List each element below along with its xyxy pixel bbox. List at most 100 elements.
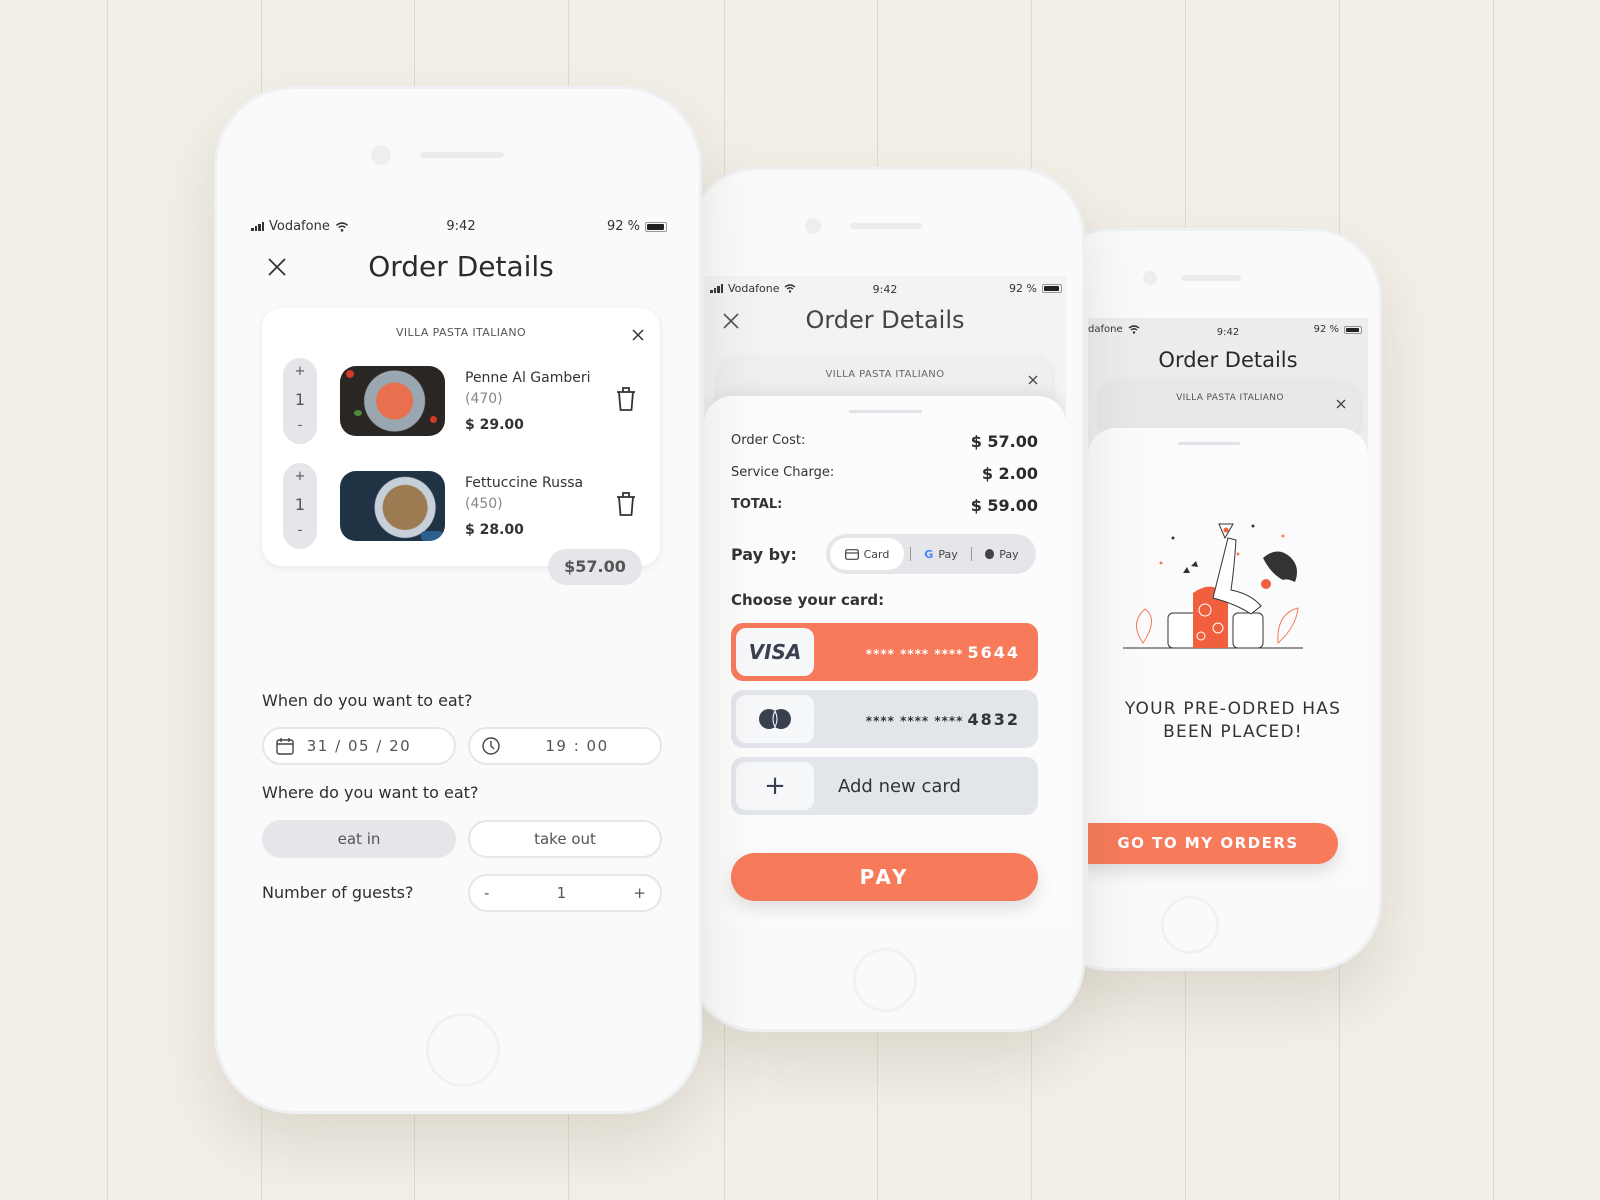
battery-icon xyxy=(1042,284,1062,293)
pay-by-label: Pay by: xyxy=(731,545,797,564)
phone-speaker xyxy=(850,223,922,229)
order-cost-label: Order Cost: xyxy=(731,433,806,448)
mastercard-logo xyxy=(736,695,814,743)
increment-button[interactable]: + xyxy=(283,469,317,484)
pay-option-apple-pay[interactable]: Pay xyxy=(972,538,1032,570)
clock-icon xyxy=(482,737,500,755)
page-title: Order Details xyxy=(368,250,554,283)
quantity-value: 1 xyxy=(294,390,306,409)
close-icon[interactable] xyxy=(1028,370,1038,385)
pay-button[interactable]: PAY xyxy=(731,853,1038,901)
page-title: Order Details xyxy=(805,306,965,334)
dish-image-penne xyxy=(340,366,445,436)
total-value: $ 59.00 xyxy=(970,496,1038,515)
dish-calories: (450) xyxy=(465,496,503,512)
confirmation-sheet: YOUR PRE-ODRED HAS BEEN PLACED! GO TO MY… xyxy=(1088,428,1368,883)
order-card: VILLA PASTA ITALIANO + 1 - Penne Al Gamb… xyxy=(262,308,660,566)
phone-speaker xyxy=(1181,275,1241,281)
card-last4: 5644 xyxy=(967,642,1020,662)
remove-restaurant-button[interactable] xyxy=(632,326,644,341)
credit-card-icon xyxy=(844,548,859,560)
phone-payment: Vodafone 9:42 92 % Order Details VILLA P… xyxy=(687,167,1085,1032)
celebration-illustration xyxy=(1123,523,1303,649)
dish-image-fettuccine xyxy=(340,471,445,541)
time-picker[interactable]: 19 : 00 xyxy=(468,727,662,765)
when-label: When do you want to eat? xyxy=(262,691,473,710)
pay-option-card-label: Card xyxy=(863,547,890,561)
guests-stepper: - 1 + xyxy=(468,874,662,912)
service-charge-value: $ 2.00 xyxy=(981,464,1038,483)
guests-value: 1 xyxy=(556,884,567,902)
payment-method-toggle: Card G Pay Pay xyxy=(826,534,1036,574)
guests-decrement[interactable]: - xyxy=(484,884,489,902)
card-mastercard[interactable]: **** **** **** 4832 xyxy=(731,690,1038,748)
phone-order-details: Vodafone 9:42 92 % Order Details VILLA P… xyxy=(214,86,702,1114)
sheet-handle xyxy=(1178,442,1240,445)
quantity-stepper: + 1 - xyxy=(283,463,317,549)
apple-icon xyxy=(985,549,995,559)
payment-sheet: Order Cost: $ 57.00 Service Charge: $ 2.… xyxy=(704,396,1066,926)
card-last4: 4832 xyxy=(967,709,1020,729)
calendar-icon xyxy=(276,738,294,755)
order-details-screen: Vodafone 9:42 92 % Order Details VILLA P… xyxy=(241,213,681,988)
card-mask: **** **** **** xyxy=(865,713,964,728)
trash-icon[interactable] xyxy=(616,491,636,517)
total-label: TOTAL: xyxy=(731,497,783,512)
card-mask: **** **** **** xyxy=(865,646,964,661)
time-value: 19 : 00 xyxy=(545,737,609,755)
bg-divider xyxy=(1493,0,1494,1200)
option-take-out[interactable]: take out xyxy=(468,820,662,858)
restaurant-name: VILLA PASTA ITALIANO xyxy=(825,369,945,380)
apple-pay-label: Pay xyxy=(999,547,1019,561)
home-button[interactable] xyxy=(853,948,917,1012)
battery-percent: 92 % xyxy=(1009,282,1037,295)
clock: 9:42 xyxy=(446,219,476,234)
home-button[interactable] xyxy=(426,1013,500,1087)
visa-logo: VISA xyxy=(736,628,814,676)
google-icon: G xyxy=(924,547,934,561)
decrement-button[interactable]: - xyxy=(283,523,317,538)
home-button[interactable] xyxy=(1161,896,1219,954)
guests-increment[interactable]: + xyxy=(633,884,646,902)
pay-option-card[interactable]: Card xyxy=(830,538,904,570)
option-eat-in[interactable]: eat in xyxy=(262,820,456,858)
where-label: Where do you want to eat? xyxy=(262,783,479,802)
dish-price: $ 28.00 xyxy=(465,522,524,538)
dish-name: Penne Al Gamberi xyxy=(465,370,591,386)
status-bar: Vodafone 9:42 92 % xyxy=(704,276,1066,304)
phone-speaker xyxy=(420,152,504,158)
date-value: 31 / 05 / 20 xyxy=(306,737,412,755)
phone-camera xyxy=(1143,271,1157,285)
plus-icon: + xyxy=(736,762,814,810)
increment-button[interactable]: + xyxy=(283,364,317,379)
add-new-card-button[interactable]: + Add new card xyxy=(731,757,1038,815)
confirmation-message: YOUR PRE-ODRED HAS BEEN PLACED! xyxy=(1124,699,1342,742)
quantity-stepper: + 1 - xyxy=(283,358,317,444)
phone-camera xyxy=(805,218,821,234)
go-to-orders-button[interactable]: GO TO MY ORDERS xyxy=(1088,823,1338,864)
restaurant-name: VILLA PASTA ITALIANO xyxy=(395,326,527,339)
guests-label: Number of guests? xyxy=(262,883,414,902)
dish-price: $ 29.00 xyxy=(465,417,524,433)
sheet-handle xyxy=(849,410,922,413)
phone-camera xyxy=(371,145,391,165)
card-visa[interactable]: VISA **** **** **** 5644 xyxy=(731,623,1038,681)
subtotal-badge: $57.00 xyxy=(548,549,642,585)
confirmation-screen: dafone 9:42 92 % Order Details VILLA PAS… xyxy=(1088,318,1368,883)
add-new-card-label: Add new card xyxy=(838,775,961,797)
quantity-value: 1 xyxy=(294,495,306,514)
dish-name: Fettuccine Russa xyxy=(465,475,584,491)
battery-percent: 92 % xyxy=(606,219,640,234)
clock: 9:42 xyxy=(872,283,898,296)
trash-icon[interactable] xyxy=(616,386,636,412)
google-pay-label: Pay xyxy=(938,547,958,561)
status-bar: Vodafone 9:42 92 % xyxy=(241,213,681,241)
battery-icon xyxy=(645,221,667,232)
date-picker[interactable]: 31 / 05 / 20 xyxy=(262,727,456,765)
phone-confirmation: dafone 9:42 92 % Order Details VILLA PAS… xyxy=(1040,228,1382,971)
dish-calories: (470) xyxy=(465,391,503,407)
decrement-button[interactable]: - xyxy=(283,418,317,433)
payment-screen: Vodafone 9:42 92 % Order Details VILLA P… xyxy=(704,276,1066,926)
pay-option-google-pay[interactable]: G Pay xyxy=(911,538,971,570)
service-charge-label: Service Charge: xyxy=(731,465,835,480)
